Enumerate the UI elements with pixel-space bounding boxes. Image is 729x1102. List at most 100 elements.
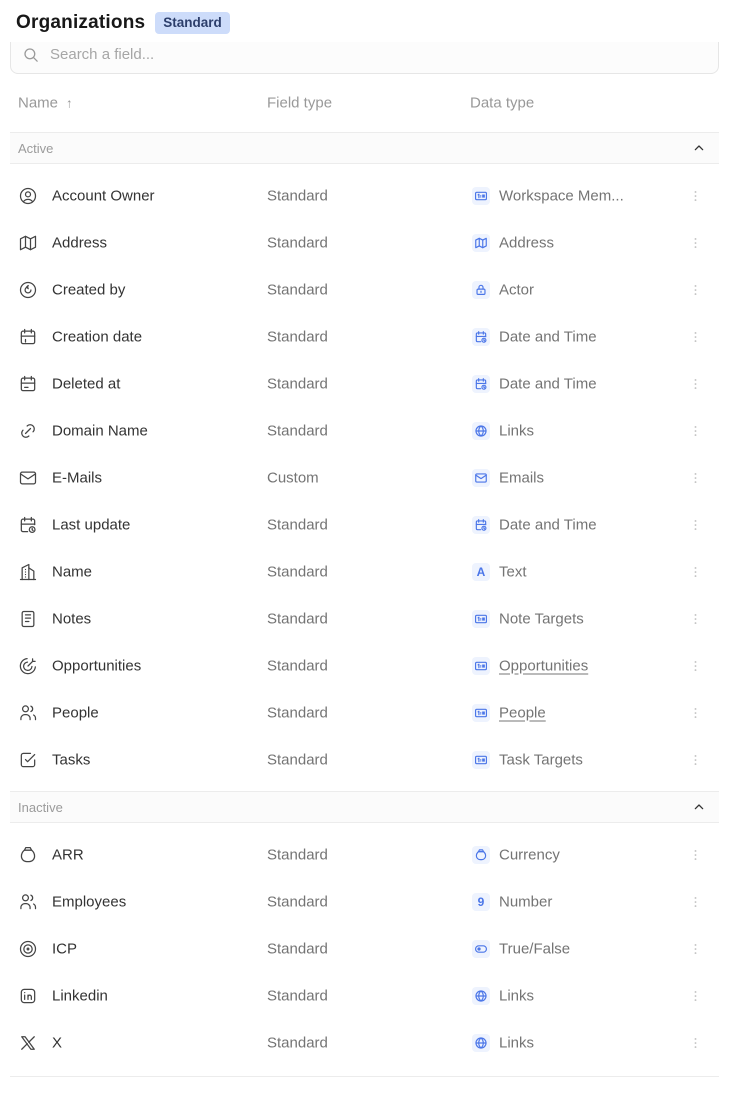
field-row[interactable]: Creation date Standard Date and Time <box>10 313 719 360</box>
data-type-label: Note Targets <box>499 610 584 627</box>
field-section: Active Account Owner Standard Workspace … <box>10 132 719 791</box>
kebab-menu-icon[interactable] <box>688 188 703 203</box>
calendar-icon <box>18 327 38 347</box>
field-type-label: Custom <box>267 469 319 486</box>
kebab-menu-icon[interactable] <box>688 658 703 673</box>
users-icon <box>18 892 38 912</box>
sections-container: Active Account Owner Standard Workspace … <box>10 132 719 1074</box>
page-title: Organizations <box>16 12 145 34</box>
field-name-label: Account Owner <box>52 187 155 204</box>
field-name-label: Name <box>52 563 92 580</box>
field-row[interactable]: ICP Standard True/False <box>10 925 719 972</box>
relation-icon <box>472 657 490 675</box>
link-icon <box>18 421 38 441</box>
field-type-label: Standard <box>267 657 328 674</box>
table-bottom-divider <box>10 1076 719 1077</box>
field-row[interactable]: Employees Standard 9 Number <box>10 878 719 925</box>
section-label: Active <box>18 141 53 156</box>
kebab-menu-icon[interactable] <box>688 517 703 532</box>
building-icon <box>18 562 38 582</box>
globe-icon <box>472 422 490 440</box>
field-type-label: Standard <box>267 328 328 345</box>
field-name-label: Address <box>52 234 107 251</box>
column-header-name[interactable]: Name <box>18 95 58 112</box>
target-icon <box>18 939 38 959</box>
section-header[interactable]: Active <box>10 132 719 164</box>
data-type-label: Workspace Mem... <box>499 187 624 204</box>
globe-icon <box>472 987 490 1005</box>
restore-icon <box>18 280 38 300</box>
fields-table: Name ↑ Field type Data type Active Accou… <box>10 74 719 1077</box>
field-row[interactable]: Name Standard A Text <box>10 548 719 595</box>
data-type-link[interactable]: Opportunities <box>499 657 588 674</box>
chevron-up-icon[interactable] <box>691 799 707 815</box>
field-row[interactable]: Created by Standard Actor <box>10 266 719 313</box>
field-type-label: Standard <box>267 751 328 768</box>
kebab-menu-icon[interactable] <box>688 894 703 909</box>
search-input[interactable] <box>48 45 707 64</box>
chevron-up-icon[interactable] <box>691 140 707 156</box>
field-name-label: ICP <box>52 940 77 957</box>
field-row[interactable]: Notes Standard Note Targets <box>10 595 719 642</box>
kebab-menu-icon[interactable] <box>688 847 703 862</box>
relation-icon <box>472 751 490 769</box>
calendar-clock-icon <box>472 328 490 346</box>
field-row[interactable]: Opportunities Standard Opportunities <box>10 642 719 689</box>
kebab-menu-icon[interactable] <box>688 470 703 485</box>
data-type-label: Links <box>499 422 534 439</box>
field-name-label: Employees <box>52 893 126 910</box>
field-row[interactable]: X Standard Links <box>10 1019 719 1066</box>
kebab-menu-icon[interactable] <box>688 941 703 956</box>
field-name-label: ARR <box>52 846 84 863</box>
kebab-menu-icon[interactable] <box>688 611 703 626</box>
field-row[interactable]: Address Standard Address <box>10 219 719 266</box>
field-type-label: Standard <box>267 1034 328 1051</box>
field-row[interactable]: Account Owner Standard Workspace Mem... <box>10 172 719 219</box>
section-body: ARR Standard Currency Employees Standard… <box>10 823 719 1074</box>
column-header-data-type: Data type <box>470 95 534 112</box>
kebab-menu-icon[interactable] <box>688 376 703 391</box>
field-type-label: Standard <box>267 563 328 580</box>
field-row[interactable]: Last update Standard Date and Time <box>10 501 719 548</box>
field-name-label: Linkedin <box>52 987 108 1004</box>
kebab-menu-icon[interactable] <box>688 235 703 250</box>
field-row[interactable]: Deleted at Standard Date and Time <box>10 360 719 407</box>
data-type-label: Task Targets <box>499 751 583 768</box>
section-header[interactable]: Inactive <box>10 791 719 823</box>
field-type-label: Standard <box>267 516 328 533</box>
moneybag-icon <box>472 846 490 864</box>
brand-linkedin-icon <box>18 986 38 1006</box>
field-name-label: Tasks <box>52 751 90 768</box>
data-type-label: Number <box>499 893 552 910</box>
kebab-menu-icon[interactable] <box>688 705 703 720</box>
field-type-label: Standard <box>267 610 328 627</box>
field-row[interactable]: E-Mails Custom Emails <box>10 454 719 501</box>
field-row[interactable]: Domain Name Standard Links <box>10 407 719 454</box>
users-icon <box>18 703 38 723</box>
map-icon <box>472 234 490 252</box>
letter-a-icon: A <box>472 563 490 581</box>
object-fields-page: Organizations Standard Name ↑ Field type… <box>0 0 729 1102</box>
field-row[interactable]: Tasks Standard Task Targets <box>10 736 719 783</box>
toggle-icon <box>472 940 490 958</box>
field-row[interactable]: Linkedin Standard Links <box>10 972 719 1019</box>
kebab-menu-icon[interactable] <box>688 1035 703 1050</box>
field-row[interactable]: People Standard People <box>10 689 719 736</box>
kebab-menu-icon[interactable] <box>688 988 703 1003</box>
data-type-label: Currency <box>499 846 560 863</box>
data-type-label: Address <box>499 234 554 251</box>
field-type-label: Standard <box>267 234 328 251</box>
kebab-menu-icon[interactable] <box>688 752 703 767</box>
search-box[interactable] <box>10 42 719 74</box>
field-type-label: Standard <box>267 422 328 439</box>
field-type-label: Standard <box>267 893 328 910</box>
kebab-menu-icon[interactable] <box>688 329 703 344</box>
lock-icon <box>472 281 490 299</box>
kebab-menu-icon[interactable] <box>688 282 703 297</box>
field-row[interactable]: ARR Standard Currency <box>10 831 719 878</box>
data-type-link[interactable]: People <box>499 704 546 721</box>
relation-icon <box>472 610 490 628</box>
globe-icon <box>472 1034 490 1052</box>
kebab-menu-icon[interactable] <box>688 564 703 579</box>
kebab-menu-icon[interactable] <box>688 423 703 438</box>
